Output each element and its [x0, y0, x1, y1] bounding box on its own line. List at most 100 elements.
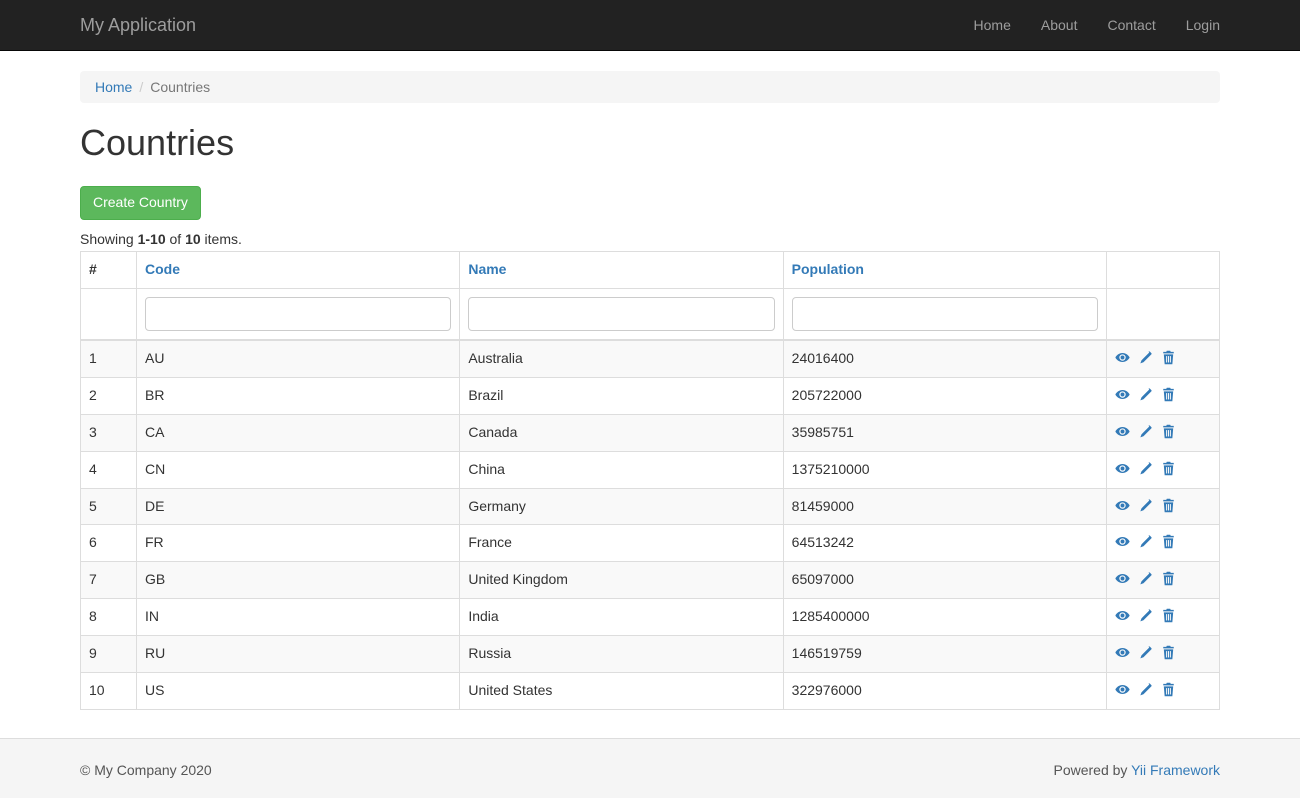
table-row: 5DEGermany81459000 [81, 488, 1220, 525]
delete-button[interactable] [1161, 570, 1176, 590]
header-index: # [81, 251, 137, 288]
cell-code: US [137, 673, 460, 710]
cell-actions [1107, 451, 1220, 488]
summary-middle: of [166, 231, 185, 247]
filter-cell-actions [1107, 288, 1220, 340]
delete-button[interactable] [1161, 349, 1176, 369]
breadcrumb-home-link[interactable]: Home [95, 79, 132, 95]
cell-index: 10 [81, 673, 137, 710]
view-button[interactable] [1115, 497, 1130, 517]
update-button[interactable] [1138, 349, 1153, 369]
update-button[interactable] [1138, 423, 1153, 443]
delete-button[interactable] [1161, 681, 1176, 701]
cell-index: 1 [81, 340, 137, 377]
delete-button[interactable] [1161, 497, 1176, 517]
cell-actions [1107, 414, 1220, 451]
population-filter-input[interactable] [792, 297, 1098, 331]
cell-actions [1107, 340, 1220, 377]
cell-index: 2 [81, 377, 137, 414]
cell-name: Canada [460, 414, 783, 451]
pencil-icon [1138, 424, 1153, 440]
view-button[interactable] [1115, 533, 1130, 553]
view-button[interactable] [1115, 349, 1130, 369]
filter-cell-index [81, 288, 137, 340]
delete-button[interactable] [1161, 386, 1176, 406]
cell-index: 8 [81, 599, 137, 636]
update-button[interactable] [1138, 607, 1153, 627]
delete-button[interactable] [1161, 644, 1176, 664]
view-button[interactable] [1115, 386, 1130, 406]
pencil-icon [1138, 645, 1153, 661]
update-button[interactable] [1138, 497, 1153, 517]
cell-actions [1107, 673, 1220, 710]
pencil-icon [1138, 350, 1153, 366]
cell-name: China [460, 451, 783, 488]
cell-population: 146519759 [783, 636, 1106, 673]
view-button[interactable] [1115, 460, 1130, 480]
sort-code-link[interactable]: Code [145, 261, 180, 277]
breadcrumb: Home / Countries [80, 71, 1220, 103]
cell-population: 1375210000 [783, 451, 1106, 488]
pencil-icon [1138, 571, 1153, 587]
cell-population: 35985751 [783, 414, 1106, 451]
header-actions [1107, 251, 1220, 288]
header-code: Code [137, 251, 460, 288]
cell-code: GB [137, 562, 460, 599]
cell-index: 9 [81, 636, 137, 673]
view-button[interactable] [1115, 607, 1130, 627]
update-button[interactable] [1138, 644, 1153, 664]
trash-icon [1161, 387, 1176, 403]
cell-code: BR [137, 377, 460, 414]
code-filter-input[interactable] [145, 297, 451, 331]
cell-index: 3 [81, 414, 137, 451]
table-row: 7GBUnited Kingdom65097000 [81, 562, 1220, 599]
delete-button[interactable] [1161, 607, 1176, 627]
nav-item-login[interactable]: Login [1171, 0, 1220, 50]
cell-actions [1107, 525, 1220, 562]
cell-population: 64513242 [783, 525, 1106, 562]
cell-actions [1107, 488, 1220, 525]
update-button[interactable] [1138, 570, 1153, 590]
delete-button[interactable] [1161, 533, 1176, 553]
cell-actions [1107, 636, 1220, 673]
delete-button[interactable] [1161, 423, 1176, 443]
view-button[interactable] [1115, 644, 1130, 664]
trash-icon [1161, 571, 1176, 587]
cell-population: 1285400000 [783, 599, 1106, 636]
delete-button[interactable] [1161, 460, 1176, 480]
summary-total: 10 [185, 231, 201, 247]
cell-index: 5 [81, 488, 137, 525]
view-button[interactable] [1115, 570, 1130, 590]
view-button[interactable] [1115, 681, 1130, 701]
cell-name: United Kingdom [460, 562, 783, 599]
eye-icon [1115, 461, 1130, 477]
nav-item-contact[interactable]: Contact [1092, 0, 1170, 50]
eye-icon [1115, 534, 1130, 550]
trash-icon [1161, 608, 1176, 624]
cell-index: 4 [81, 451, 137, 488]
table-row: 10USUnited States322976000 [81, 673, 1220, 710]
update-button[interactable] [1138, 681, 1153, 701]
cell-code: DE [137, 488, 460, 525]
app-brand[interactable]: My Application [80, 0, 196, 50]
create-country-button[interactable]: Create Country [80, 186, 201, 220]
yii-framework-link[interactable]: Yii Framework [1131, 762, 1220, 778]
nav-item-about[interactable]: About [1026, 0, 1093, 50]
view-button[interactable] [1115, 423, 1130, 443]
name-filter-input[interactable] [468, 297, 774, 331]
update-button[interactable] [1138, 386, 1153, 406]
sort-population-link[interactable]: Population [792, 261, 864, 277]
grid-filter-row [81, 288, 1220, 340]
cell-population: 322976000 [783, 673, 1106, 710]
pencil-icon [1138, 461, 1153, 477]
breadcrumb-current: Countries [150, 79, 210, 95]
copyright-text: © My Company 2020 [80, 762, 212, 778]
update-button[interactable] [1138, 533, 1153, 553]
table-row: 4CNChina1375210000 [81, 451, 1220, 488]
nav-item-home[interactable]: Home [959, 0, 1026, 50]
eye-icon [1115, 645, 1130, 661]
powered-prefix: Powered by [1053, 762, 1131, 778]
update-button[interactable] [1138, 460, 1153, 480]
cell-name: India [460, 599, 783, 636]
sort-name-link[interactable]: Name [468, 261, 506, 277]
